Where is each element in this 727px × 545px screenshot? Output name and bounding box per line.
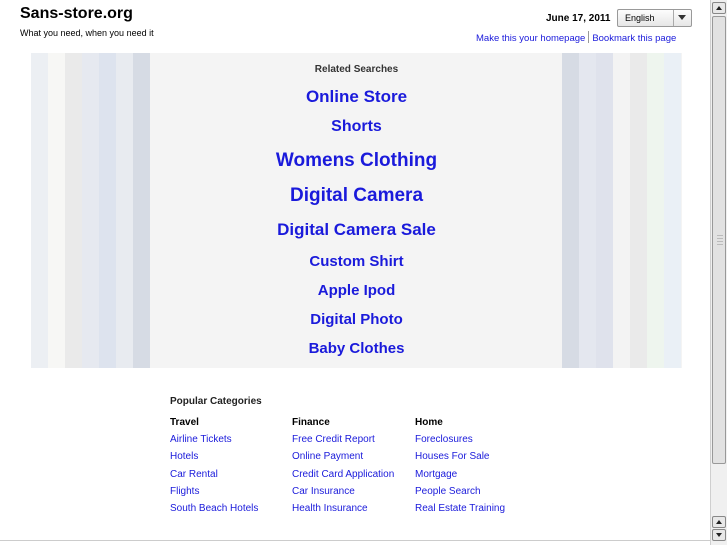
category-title: Home	[415, 417, 443, 428]
site-tagline: What you need, when you need it	[20, 28, 154, 38]
language-select-value: English	[625, 13, 655, 23]
grip-icon	[717, 235, 723, 245]
related-link-womens-clothing[interactable]: Womens Clothing	[31, 150, 682, 172]
category-link[interactable]: Car Rental	[170, 469, 258, 486]
category-link[interactable]: Car Insurance	[292, 486, 394, 503]
related-link-digital-camera[interactable]: Digital Camera	[31, 185, 682, 207]
scroll-up-button-lower[interactable]	[712, 516, 726, 528]
language-dropdown-button[interactable]	[673, 10, 691, 26]
category-link[interactable]: People Search	[415, 486, 505, 503]
chevron-down-icon	[678, 15, 686, 20]
category-link[interactable]: Free Credit Report	[292, 434, 394, 451]
related-link-online-store[interactable]: Online Store	[31, 87, 682, 107]
arrow-up-icon	[716, 520, 722, 524]
category-link[interactable]: Online Payment	[292, 451, 394, 468]
related-searches-heading: Related Searches	[314, 64, 399, 75]
browser-page: Sans-store.org What you need, when you n…	[0, 0, 710, 545]
category-link[interactable]: Hotels	[170, 451, 258, 468]
category-column-home: Home Foreclosures Houses For Sale Mortga…	[415, 417, 505, 520]
popular-categories-heading: Popular Categories	[170, 396, 262, 407]
scrollbar-thumb[interactable]	[712, 16, 726, 464]
date-label: June 17, 2011	[546, 13, 611, 24]
category-link[interactable]: Mortgage	[415, 469, 505, 486]
category-column-finance: Finance Free Credit Report Online Paymen…	[292, 417, 394, 520]
category-link[interactable]: Flights	[170, 486, 258, 503]
category-link[interactable]: Health Insurance	[292, 503, 394, 520]
category-link[interactable]: Airline Tickets	[170, 434, 258, 451]
category-link[interactable]: Foreclosures	[415, 434, 505, 451]
related-link-shorts[interactable]: Shorts	[31, 118, 682, 136]
header-links: Make this your homepage Bookmark this pag…	[476, 31, 676, 44]
category-column-travel: Travel Airline Tickets Hotels Car Rental…	[170, 417, 258, 520]
scroll-down-button[interactable]	[712, 529, 726, 541]
footer-divider	[0, 540, 710, 541]
category-title: Travel	[170, 417, 199, 428]
category-link[interactable]: Credit Card Application	[292, 469, 394, 486]
scroll-up-button[interactable]	[712, 2, 726, 14]
related-searches-panel: Related Searches Online Store Shorts Wom…	[31, 53, 682, 368]
vertical-scrollbar[interactable]	[710, 0, 727, 545]
related-link-apple-ipod[interactable]: Apple Ipod	[31, 282, 682, 299]
make-homepage-link[interactable]: Make this your homepage	[476, 33, 585, 44]
link-divider	[588, 31, 590, 43]
related-link-digital-photo[interactable]: Digital Photo	[31, 311, 682, 328]
related-link-digital-camera-sale[interactable]: Digital Camera Sale	[31, 220, 682, 240]
site-title[interactable]: Sans-store.org	[20, 5, 133, 23]
arrow-down-icon	[716, 533, 722, 537]
category-link[interactable]: Houses For Sale	[415, 451, 505, 468]
arrow-up-icon	[716, 6, 722, 10]
language-select[interactable]: English	[617, 9, 692, 27]
category-link[interactable]: Real Estate Training	[415, 503, 505, 520]
category-title: Finance	[292, 417, 330, 428]
related-link-baby-clothes[interactable]: Baby Clothes	[31, 340, 682, 357]
bookmark-link[interactable]: Bookmark this page	[592, 33, 676, 44]
category-link[interactable]: South Beach Hotels	[170, 503, 258, 520]
related-link-custom-shirt[interactable]: Custom Shirt	[31, 253, 682, 270]
